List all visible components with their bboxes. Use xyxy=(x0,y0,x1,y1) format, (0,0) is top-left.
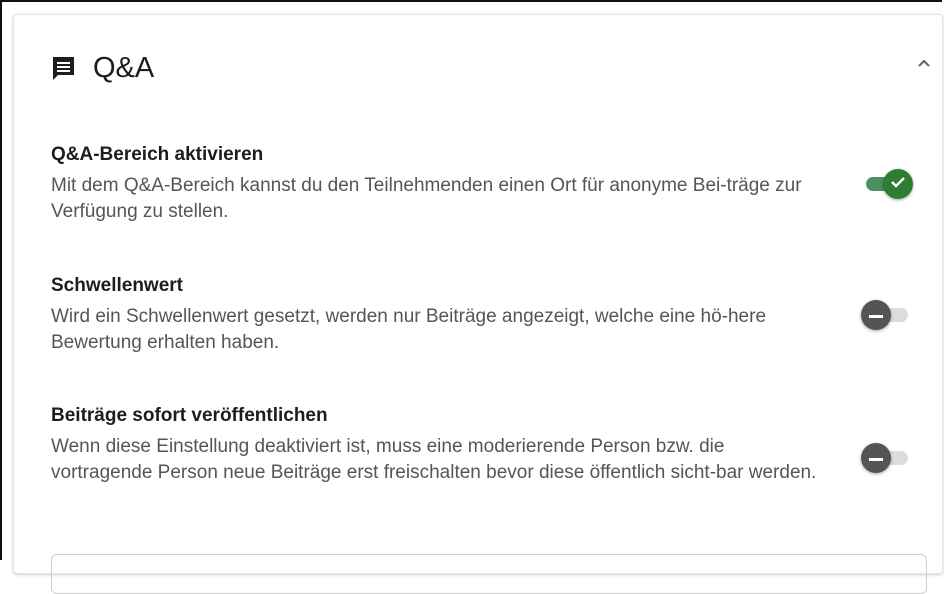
check-icon xyxy=(890,175,906,194)
toggle-thumb xyxy=(861,300,891,330)
panel-title: Q&A xyxy=(93,52,155,84)
setting-publish-immediately: Beiträge sofort veröffentlichen Wenn die… xyxy=(51,404,931,524)
minus-icon xyxy=(869,449,883,467)
minus-icon xyxy=(869,306,883,324)
toggle-thumb xyxy=(883,169,913,199)
next-section-field[interactable] xyxy=(51,554,927,594)
qa-enable-toggle[interactable] xyxy=(861,169,913,199)
setting-title: Q&A-Bereich aktivieren xyxy=(51,144,264,165)
setting-threshold: Schwellenwert Wird ein Schwellenwert ges… xyxy=(51,274,931,364)
setting-title: Beiträge sofort veröffentlichen xyxy=(51,405,328,426)
toggle-thumb xyxy=(861,443,891,473)
setting-qa-enable: Q&A-Bereich aktivieren Mit dem Q&A-Berei… xyxy=(51,143,931,233)
setting-description: Wird ein Schwellenwert gesetzt, werden n… xyxy=(51,306,767,353)
chevron-up-icon[interactable] xyxy=(910,49,938,77)
publish-immediately-toggle[interactable] xyxy=(861,443,913,473)
threshold-toggle[interactable] xyxy=(861,300,913,330)
panel-header[interactable]: Q&A xyxy=(14,15,942,121)
qa-settings-panel: Q&A Q&A-Bereich aktivieren Mit dem Q&A-B… xyxy=(13,14,943,594)
forum-icon xyxy=(51,55,76,81)
setting-description: Wenn diese Einstellung deaktiviert ist, … xyxy=(51,436,817,483)
setting-title: Schwellenwert xyxy=(51,275,183,296)
setting-description: Mit dem Q&A-Bereich kannst du den Teilne… xyxy=(51,175,802,222)
